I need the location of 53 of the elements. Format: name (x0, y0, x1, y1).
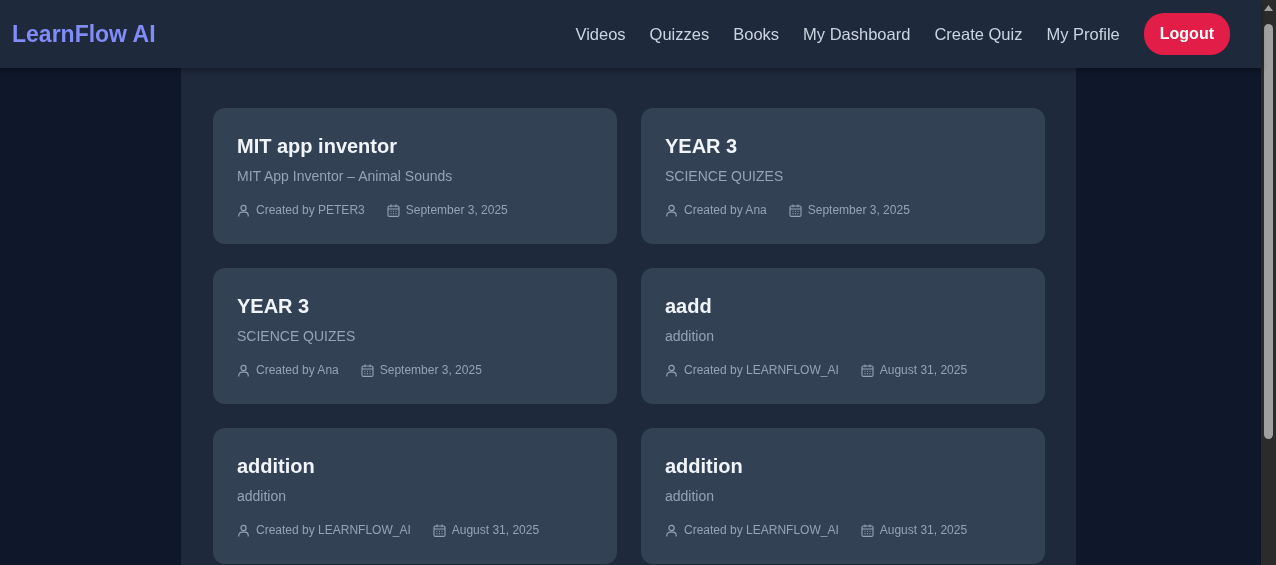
quiz-card[interactable]: addition addition Created by LEARNFLOW_AI August 31, 2025 (213, 428, 617, 564)
user-icon (665, 363, 678, 377)
nav-link[interactable]: Videos (575, 21, 626, 47)
scroll-thumb[interactable] (1264, 24, 1273, 439)
quiz-author: Created by LEARNFLOW_AI (684, 522, 839, 539)
calendar-icon (860, 363, 874, 377)
user-icon (665, 203, 678, 217)
quiz-card[interactable]: addition addition Created by LEARNFLOW_AI August 31, 2025 (641, 428, 1045, 564)
quiz-description: SCIENCE QUIZES (665, 167, 785, 185)
quiz-card[interactable]: aadd addition Created by LEARNFLOW_AI August 31, 2025 (641, 268, 1045, 404)
quiz-description: addition (665, 327, 716, 345)
quiz-date: August 31, 2025 (451, 522, 540, 539)
scroll-up-icon[interactable] (1264, 5, 1273, 11)
quiz-card[interactable]: YEAR 3 SCIENCE QUIZES Created by Ana September 3, 2025 (641, 108, 1045, 244)
nav-link[interactable]: Create Quiz (934, 21, 1023, 47)
quiz-author: Created by LEARNFLOW_AI (256, 522, 411, 539)
calendar-icon (360, 363, 374, 377)
quiz-author: Created by Ana (256, 362, 339, 379)
brand-logo[interactable]: LearnFlow AI (12, 16, 156, 52)
quiz-date: August 31, 2025 (879, 362, 968, 379)
quiz-date: September 3, 2025 (405, 202, 508, 219)
quiz-description: MIT App Inventor – Animal Sounds (237, 167, 454, 185)
quiz-date: September 3, 2025 (807, 202, 910, 219)
quiz-author: Created by Ana (684, 202, 767, 219)
quiz-description: addition (665, 487, 716, 505)
nav-link[interactable]: My Profile (1046, 21, 1120, 47)
quiz-card[interactable]: YEAR 3 SCIENCE QUIZES Created by Ana September 3, 2025 (213, 268, 617, 404)
quiz-author: Created by PETER3 (256, 202, 365, 219)
quiz-description: SCIENCE QUIZES (237, 327, 357, 345)
quiz-title: addition (237, 454, 316, 479)
user-icon (237, 203, 250, 217)
logout-button[interactable]: Logout (1143, 13, 1230, 55)
quiz-date: September 3, 2025 (379, 362, 482, 379)
quiz-author: Created by LEARNFLOW_AI (684, 362, 839, 379)
quiz-title: MIT app inventor (237, 134, 398, 159)
quiz-date: August 31, 2025 (879, 522, 968, 539)
nav-link[interactable]: My Dashboard (803, 21, 911, 47)
quiz-title: YEAR 3 (237, 294, 311, 319)
quiz-title: addition (665, 454, 744, 479)
calendar-icon (860, 523, 874, 537)
quiz-title: YEAR 3 (665, 134, 739, 159)
user-icon (237, 363, 250, 377)
nav-link[interactable]: Books (733, 21, 780, 47)
user-icon (237, 523, 250, 537)
calendar-icon (788, 203, 802, 217)
calendar-icon (432, 523, 446, 537)
quiz-title: aadd (665, 294, 713, 319)
user-icon (665, 523, 678, 537)
quiz-card[interactable]: MIT app inventor MIT App Inventor – Animal Sounds Created by PETER3 September 3, 2025 (213, 108, 617, 244)
quiz-description: addition (237, 487, 288, 505)
nav-link[interactable]: Quizzes (649, 21, 710, 47)
scrollbar[interactable] (1261, 0, 1276, 565)
calendar-icon (386, 203, 400, 217)
